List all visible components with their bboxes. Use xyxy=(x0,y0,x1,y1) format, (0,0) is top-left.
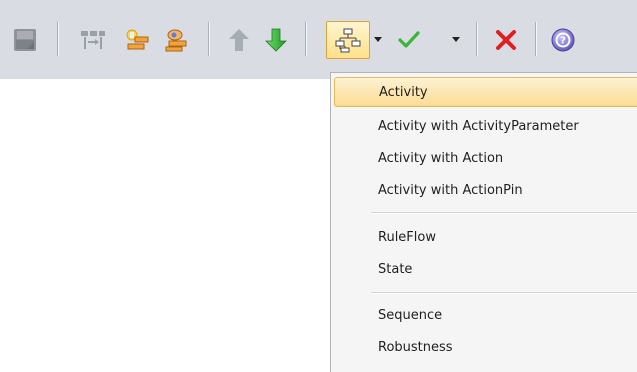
layout-icon xyxy=(80,28,106,52)
layout-button[interactable] xyxy=(79,27,107,53)
diagram-type-button[interactable] xyxy=(326,21,370,59)
diagram-type-dropdown[interactable] xyxy=(371,30,385,50)
validate-button[interactable] xyxy=(395,27,423,53)
toolbar-separator xyxy=(476,22,477,56)
move-up-button[interactable] xyxy=(226,26,252,54)
validate-dropdown[interactable] xyxy=(449,30,463,50)
menu-item-label: Sequence xyxy=(378,307,443,323)
add-linked-element-icon xyxy=(163,27,189,53)
menu-separator xyxy=(371,292,637,293)
svg-text:?: ? xyxy=(560,36,566,47)
menu-item-activity-with-activityparameter[interactable]: Activity with ActivityParameter xyxy=(334,111,637,141)
menu-item-sequence[interactable]: Sequence xyxy=(334,300,637,330)
menu-item-label: Activity with ActionPin xyxy=(378,182,523,198)
menu-item-label: State xyxy=(378,261,413,277)
delete-icon xyxy=(494,28,518,52)
help-icon: ? xyxy=(550,27,576,53)
help-button[interactable]: ? xyxy=(549,26,577,54)
diagram-type-menu: Activity Activity with ActivityParameter… xyxy=(330,72,637,372)
move-down-icon xyxy=(265,27,287,53)
add-element-icon xyxy=(124,27,150,53)
menu-item-label: Robustness xyxy=(378,339,453,355)
menu-item-robustness[interactable]: Robustness xyxy=(334,332,637,362)
move-down-button[interactable] xyxy=(263,26,289,54)
dropdown-arrow-icon xyxy=(373,37,383,43)
toolbar-separator xyxy=(535,22,536,56)
menu-item-label: Activity xyxy=(379,84,428,100)
menu-item-label: Activity with ActivityParameter xyxy=(378,118,579,134)
save-button[interactable] xyxy=(12,27,38,53)
move-up-icon xyxy=(228,27,250,53)
toolbar-separator xyxy=(305,22,306,56)
menu-item-label: Activity with Action xyxy=(378,150,504,166)
menu-item-state[interactable]: State xyxy=(334,254,637,284)
menu-separator xyxy=(371,212,637,213)
delete-button[interactable] xyxy=(492,26,520,54)
checkmark-icon xyxy=(397,29,421,51)
toolbar-separator xyxy=(57,22,58,56)
menu-item-label: RuleFlow xyxy=(378,229,436,245)
toolbar-separator xyxy=(208,22,209,56)
add-linked-element-button[interactable] xyxy=(162,26,190,54)
menu-item-activity[interactable]: Activity xyxy=(334,77,637,107)
add-element-button[interactable] xyxy=(123,26,151,54)
save-icon xyxy=(13,28,37,52)
dropdown-arrow-icon xyxy=(451,37,461,43)
toolbar: ? xyxy=(0,0,637,79)
menu-item-ruleflow[interactable]: RuleFlow xyxy=(334,222,637,252)
menu-item-activity-with-action[interactable]: Activity with Action xyxy=(334,143,637,173)
diagram-type-icon xyxy=(335,27,361,53)
menu-item-activity-with-actionpin[interactable]: Activity with ActionPin xyxy=(334,175,637,205)
